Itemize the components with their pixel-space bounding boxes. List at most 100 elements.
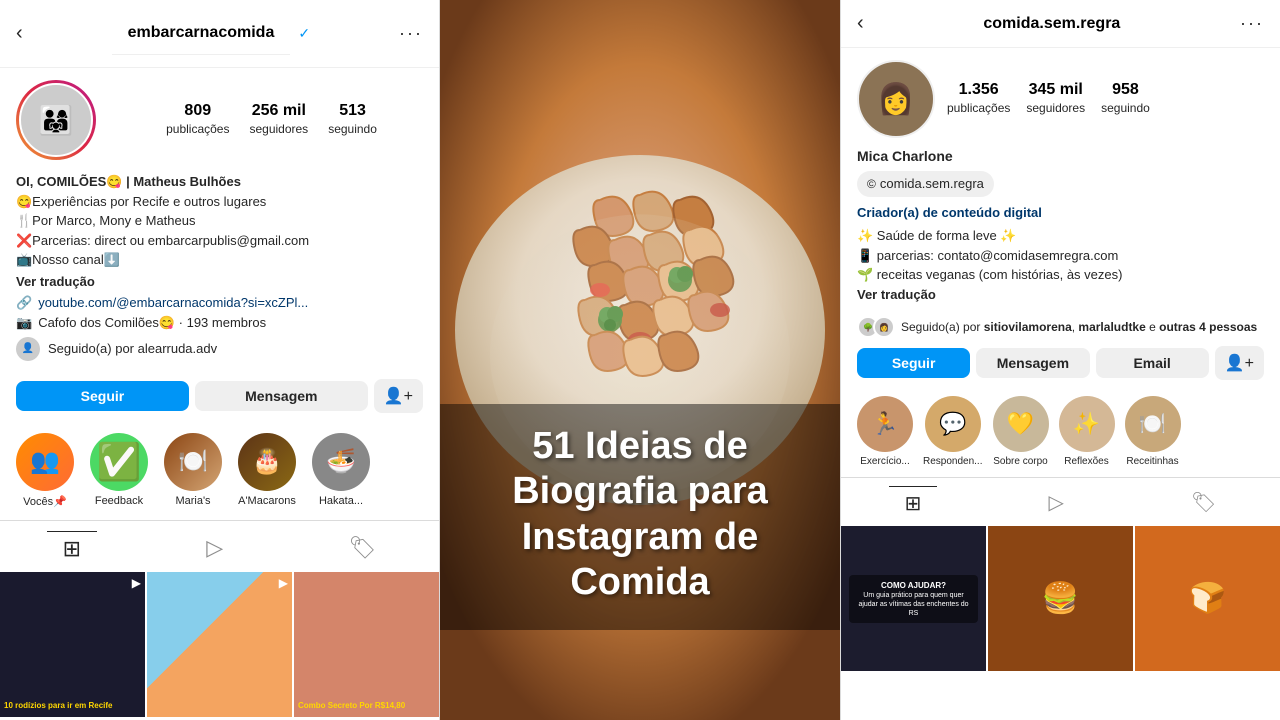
follower-av-2: 👩: [873, 316, 895, 338]
link-text: youtube.com/@embarcarnacomida?si=xcZPl..…: [38, 295, 308, 310]
right-ver-traducao[interactable]: Ver tradução: [857, 285, 1264, 305]
posts-grid: ▶ 10 rodízios para ir em Recife ▶ Combo …: [0, 572, 439, 720]
right-email-button[interactable]: Email: [1096, 348, 1209, 378]
follower-avatars: 🌳 👩: [857, 316, 895, 338]
post-thumb-3[interactable]: Combo Secreto Por R$14,80: [294, 572, 439, 717]
back-button[interactable]: ‹: [16, 22, 23, 45]
r-story-1[interactable]: 🏃 Exercício...: [857, 396, 913, 467]
right-mensagem-button[interactable]: Mensagem: [976, 348, 1089, 378]
story-circle-1: 👥: [16, 433, 74, 491]
right-back-button[interactable]: ‹: [857, 12, 864, 35]
right-followers-stat[interactable]: 345 mil seguidores: [1026, 81, 1085, 117]
reels-tab[interactable]: ▷: [190, 531, 239, 566]
r-story-4[interactable]: ✨ Reflexões: [1059, 396, 1115, 467]
r-post-2[interactable]: 🍔: [988, 526, 1133, 671]
more-options-button[interactable]: ···: [399, 23, 423, 44]
right-action-buttons: Seguir Mensagem Email 👤+: [841, 346, 1280, 390]
r-story-2[interactable]: 💬 Responden...: [923, 396, 983, 467]
grid-tab[interactable]: ⊞: [47, 531, 97, 566]
profile-stats: 809 publicações 256 mil seguidores 513 s…: [120, 102, 423, 138]
story-circle-4: 🎂: [238, 433, 296, 491]
r-post-3[interactable]: 🍞: [1135, 526, 1280, 671]
bio-line4: ❌Parcerias: direct ou embarcarpublis@gma…: [16, 233, 309, 248]
right-username: comida.sem.regra: [983, 15, 1120, 33]
right-more-options[interactable]: ···: [1240, 13, 1264, 34]
avatar-ring: 👨‍👩‍👧: [16, 80, 96, 160]
right-following-row: 🌳 👩 Seguido(a) por sitiovilamorena, marl…: [841, 316, 1280, 346]
follower-name-2[interactable]: marlaludtke: [1078, 320, 1145, 334]
tagged-tab[interactable]: 🏷: [332, 531, 392, 566]
profile-tag-badge[interactable]: © comida.sem.regra: [857, 171, 994, 197]
left-profile-section: 👨‍👩‍👧 809 publicações 256 mil seguidores…: [0, 68, 439, 379]
right-seguir-button[interactable]: Seguir: [857, 348, 970, 378]
story-label-1: Vocês📌: [23, 495, 67, 508]
profile-link[interactable]: 🔗 youtube.com/@embarcarnacomida?si=xcZPl…: [16, 295, 423, 311]
right-header: ‹ comida.sem.regra ···: [841, 0, 1280, 48]
right-avatar[interactable]: 👩: [857, 60, 935, 138]
mensagem-button[interactable]: Mensagem: [195, 381, 368, 411]
right-posts-label: publicações: [947, 101, 1010, 115]
avatar-emoji: 👨‍👩‍👧: [39, 104, 74, 137]
r-post-text-1: COMO AJUDAR?Um guia prático para quem qu…: [841, 526, 986, 671]
r-post-1[interactable]: COMO AJUDAR?Um guia prático para quem qu…: [841, 526, 986, 671]
story-label-4: A'Macarons: [238, 495, 296, 507]
ver-traducao-button[interactable]: Ver tradução: [16, 274, 423, 289]
story-item-3[interactable]: 🍽️ Maria's: [164, 433, 222, 508]
following-row: 👤 Seguido(a) por alearruda.adv: [16, 337, 423, 361]
link-icon: 🔗: [16, 295, 32, 311]
r-story-3[interactable]: 💛 Sobre corpo: [993, 396, 1049, 467]
followers-stat[interactable]: 256 mil seguidores: [249, 102, 308, 138]
story-label-2: Feedback: [95, 495, 143, 507]
story-label-3: Maria's: [175, 495, 210, 507]
add-person-button[interactable]: 👤+: [374, 379, 423, 413]
right-following-label: seguindo: [1101, 101, 1150, 115]
post-thumb-1[interactable]: ▶ 10 rodízios para ir em Recife: [0, 572, 145, 717]
post-text-3: Combo Secreto Por R$14,80: [298, 701, 435, 711]
r-story-label-4: Reflexões: [1064, 456, 1108, 467]
bio: OI, COMILÕES😋 | Matheus Bulhões 😋Experiê…: [16, 172, 423, 270]
bio-line5: 📺Nosso canal⬇️: [16, 252, 120, 267]
group-row[interactable]: 📷 Cafofo dos Comilões😋 · 193 membros: [16, 315, 423, 331]
story-circle-5: 🍜: [312, 433, 370, 491]
follower-count-more: outras 4 pessoas: [1159, 320, 1257, 334]
story-item-4[interactable]: 🎂 A'Macarons: [238, 433, 296, 508]
following-label: seguindo: [328, 122, 377, 136]
article-title: 51 Ideias de Biografia para Instagram de…: [460, 424, 820, 606]
right-following-text: Seguido(a) por sitiovilamorena, marlalud…: [901, 320, 1257, 334]
following-stat[interactable]: 513 seguindo: [328, 102, 377, 138]
avatar[interactable]: 👨‍👩‍👧: [19, 83, 93, 157]
video-icon: ▶: [132, 576, 141, 590]
story-item-1[interactable]: 👥 Vocês📌: [16, 433, 74, 508]
right-followers-count: 345 mil: [1026, 81, 1085, 99]
right-posts-count: 1.356: [947, 81, 1010, 99]
story-label-5: Hakata...: [319, 495, 363, 507]
bio-line3: 🍴Por Marco, Mony e Matheus: [16, 213, 195, 228]
right-add-person-button[interactable]: 👤+: [1215, 346, 1264, 380]
story-circle-2: ✅: [90, 433, 148, 491]
left-username: embarcarnacomida: [112, 12, 291, 55]
stories-row: 👥 Vocês📌 ✅ Feedback 🍽️ Maria's 🎂 A'Macar…: [0, 425, 439, 520]
nav-tabs: ⊞ ▷ 🏷: [0, 520, 439, 572]
right-grid-tab[interactable]: ⊞: [889, 486, 938, 520]
followers-label: seguidores: [249, 122, 308, 136]
post-thumb-2[interactable]: ▶: [147, 572, 292, 717]
group-icon: 📷: [16, 315, 32, 331]
right-profile-top: 👩 1.356 publicações 345 mil seguidores 9…: [841, 48, 1280, 146]
story-emoji-4: 🎂: [252, 447, 282, 476]
story-item-2[interactable]: ✅ Feedback: [90, 433, 148, 508]
video-icon-2: ▶: [279, 576, 288, 590]
right-tagged-tab[interactable]: 🏷: [1175, 486, 1232, 520]
right-reels-tab[interactable]: ▷: [1032, 486, 1079, 520]
posts-stat: 809 publicações: [166, 102, 229, 138]
r-story-5[interactable]: 🍽️ Receitinhas: [1125, 396, 1181, 467]
seguir-button[interactable]: Seguir: [16, 381, 189, 411]
r-story-label-3: Sobre corpo: [993, 456, 1047, 467]
creator-type[interactable]: Criador(a) de conteúdo digital: [857, 203, 1264, 223]
profile-top: 👨‍👩‍👧 809 publicações 256 mil seguidores…: [16, 80, 423, 160]
right-stats: 1.356 publicações 345 mil seguidores 958…: [947, 81, 1150, 117]
follower-name-1[interactable]: sitiovilamorena: [984, 320, 1072, 334]
center-panel: 51 Ideias de Biografia para Instagram de…: [440, 0, 840, 720]
right-following-stat[interactable]: 958 seguindo: [1101, 81, 1150, 117]
post-text-1: 10 rodízios para ir em Recife: [4, 701, 141, 711]
story-item-5[interactable]: 🍜 Hakata...: [312, 433, 370, 508]
